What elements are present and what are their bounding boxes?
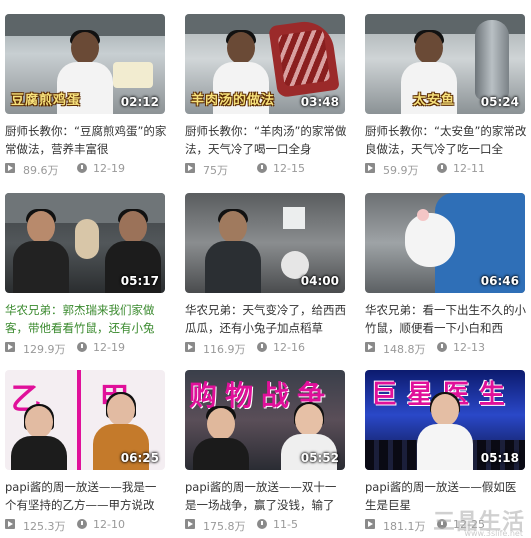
video-duration: 05:24 (480, 95, 519, 109)
video-thumbnail[interactable]: 羊肉汤的做法 03:48 (185, 14, 345, 114)
video-title[interactable]: 厨师长教你：“太安鱼”的家常改良做法，天气冷了吃一口全 (365, 122, 527, 158)
person-figure (11, 404, 67, 470)
video-duration: 05:17 (120, 274, 159, 288)
video-thumbnail[interactable]: 巨星医生 05:18 (365, 370, 525, 470)
clock-icon (437, 163, 447, 173)
view-count: 148.8万 (383, 343, 426, 356)
video-card[interactable]: 乙 甲 06:25 papi酱的周一放送——我是一个有坚持的乙方——甲方说改 1… (0, 356, 170, 533)
play-count-icon (365, 519, 375, 529)
video-title[interactable]: 华农兄弟：天气变冷了，给西西瓜瓜，还有小兔子加点稻草 (185, 301, 347, 337)
video-duration: 03:48 (300, 95, 339, 109)
view-count: 89.6万 (23, 164, 59, 177)
person-figure (205, 209, 261, 293)
video-thumbnail[interactable]: 乙 甲 06:25 (5, 370, 165, 470)
play-count-icon (5, 519, 15, 529)
view-count: 129.9万 (23, 343, 66, 356)
video-meta: 125.3万 12-10 (5, 518, 170, 533)
video-thumbnail[interactable]: 购物战争 05:52 (185, 370, 345, 470)
watermark-url: www.3slife.net (464, 529, 523, 538)
video-thumbnail[interactable]: 05:17 (5, 193, 165, 293)
site-watermark: 三晶生活 www.3slife.net (409, 506, 527, 538)
video-thumbnail[interactable]: 04:00 (185, 193, 345, 293)
clock-icon (77, 342, 87, 352)
video-card[interactable]: 羊肉汤的做法 03:48 厨师长教你：“羊肉汤”的家常做法，天气冷了喝一口全身 … (180, 0, 350, 177)
clock-icon (77, 163, 87, 173)
video-card[interactable]: 05:17 华农兄弟：郭杰瑞来我们家做客，带他看看竹鼠，还有小兔 129.9万 … (0, 179, 170, 356)
video-card[interactable]: 太安鱼 05:24 厨师长教你：“太安鱼”的家常改良做法，天气冷了吃一口全 59… (360, 0, 530, 177)
video-card[interactable]: 豆腐煎鸡蛋 02:12 厨师长教你：“豆腐煎鸡蛋”的家常做法，营养丰富很 89.… (0, 0, 170, 177)
upload-date: 11-5 (273, 518, 298, 531)
play-count-icon (5, 342, 15, 352)
thumbnail-overlay-text: 羊肉汤的做法 (191, 93, 276, 108)
video-grid: 豆腐煎鸡蛋 02:12 厨师长教你：“豆腐煎鸡蛋”的家常做法，营养丰富很 89.… (0, 0, 531, 538)
upload-date: 12-16 (273, 341, 305, 354)
video-title[interactable]: 厨师长教你：“羊肉汤”的家常做法，天气冷了喝一口全身 (185, 122, 347, 158)
video-title[interactable]: papi酱的周一放送——我是一个有坚持的乙方——甲方说改 (5, 478, 167, 514)
video-meta: 59.9万 12-11 (365, 162, 530, 177)
video-thumbnail[interactable]: 豆腐煎鸡蛋 02:12 (5, 14, 165, 114)
view-count: 116.9万 (203, 343, 246, 356)
thumbnail-overlay-text: 豆腐煎鸡蛋 (11, 93, 82, 108)
person-figure (13, 209, 69, 293)
video-title[interactable]: 华农兄弟：看一下出生不久的小竹鼠，顺便看一下小白和西 (365, 301, 527, 337)
view-count: 125.3万 (23, 520, 66, 533)
video-card[interactable]: 06:46 华农兄弟：看一下出生不久的小竹鼠，顺便看一下小白和西 148.8万 … (360, 179, 530, 356)
thumbnail-overlay-text: 太安鱼 (413, 93, 456, 108)
video-duration: 06:25 (120, 451, 159, 465)
view-count: 75万 (203, 164, 228, 177)
clock-icon (437, 342, 447, 352)
video-thumbnail[interactable]: 太安鱼 05:24 (365, 14, 525, 114)
upload-date: 12-11 (453, 162, 485, 175)
video-meta: 116.9万 12-16 (185, 341, 350, 356)
upload-date: 12-10 (93, 518, 125, 531)
play-count-icon (365, 163, 375, 173)
video-title[interactable]: 华农兄弟：郭杰瑞来我们家做客，带他看看竹鼠，还有小兔 (5, 301, 167, 337)
clock-icon (257, 342, 267, 352)
video-title[interactable]: 厨师长教你：“豆腐煎鸡蛋”的家常做法，营养丰富很 (5, 122, 167, 158)
view-count: 175.8万 (203, 520, 246, 533)
video-meta: 148.8万 12-13 (365, 341, 530, 356)
video-duration: 02:12 (120, 95, 159, 109)
play-count-icon (5, 163, 15, 173)
play-count-icon (185, 519, 195, 529)
upload-date: 12-13 (453, 341, 485, 354)
video-duration: 04:00 (300, 274, 339, 288)
video-card[interactable]: 购物战争 05:52 papi酱的周一放送——双十一是一场战争，赢了没钱，输了 … (180, 356, 350, 533)
person-figure (193, 406, 249, 470)
video-meta: 75万 12-15 (185, 162, 350, 177)
play-count-icon (185, 342, 195, 352)
clock-icon (257, 519, 267, 529)
video-title[interactable]: papi酱的周一放送——双十一是一场战争，赢了没钱，输了 (185, 478, 347, 514)
upload-date: 12-19 (93, 341, 125, 354)
video-meta: 89.6万 12-19 (5, 162, 170, 177)
clock-icon (257, 163, 267, 173)
view-count: 59.9万 (383, 164, 419, 177)
video-thumbnail[interactable]: 06:46 (365, 193, 525, 293)
clock-icon (77, 519, 87, 529)
person-figure (417, 392, 473, 470)
upload-date: 12-15 (273, 162, 305, 175)
play-count-icon (365, 342, 375, 352)
video-duration: 05:52 (300, 451, 339, 465)
video-duration: 05:18 (480, 451, 519, 465)
upload-date: 12-19 (93, 162, 125, 175)
video-card[interactable]: 04:00 华农兄弟：天气变冷了，给西西瓜瓜，还有小兔子加点稻草 116.9万 … (180, 179, 350, 356)
video-meta: 175.8万 11-5 (185, 518, 350, 533)
video-duration: 06:46 (480, 274, 519, 288)
play-count-icon (185, 163, 195, 173)
video-meta: 129.9万 12-19 (5, 341, 170, 356)
